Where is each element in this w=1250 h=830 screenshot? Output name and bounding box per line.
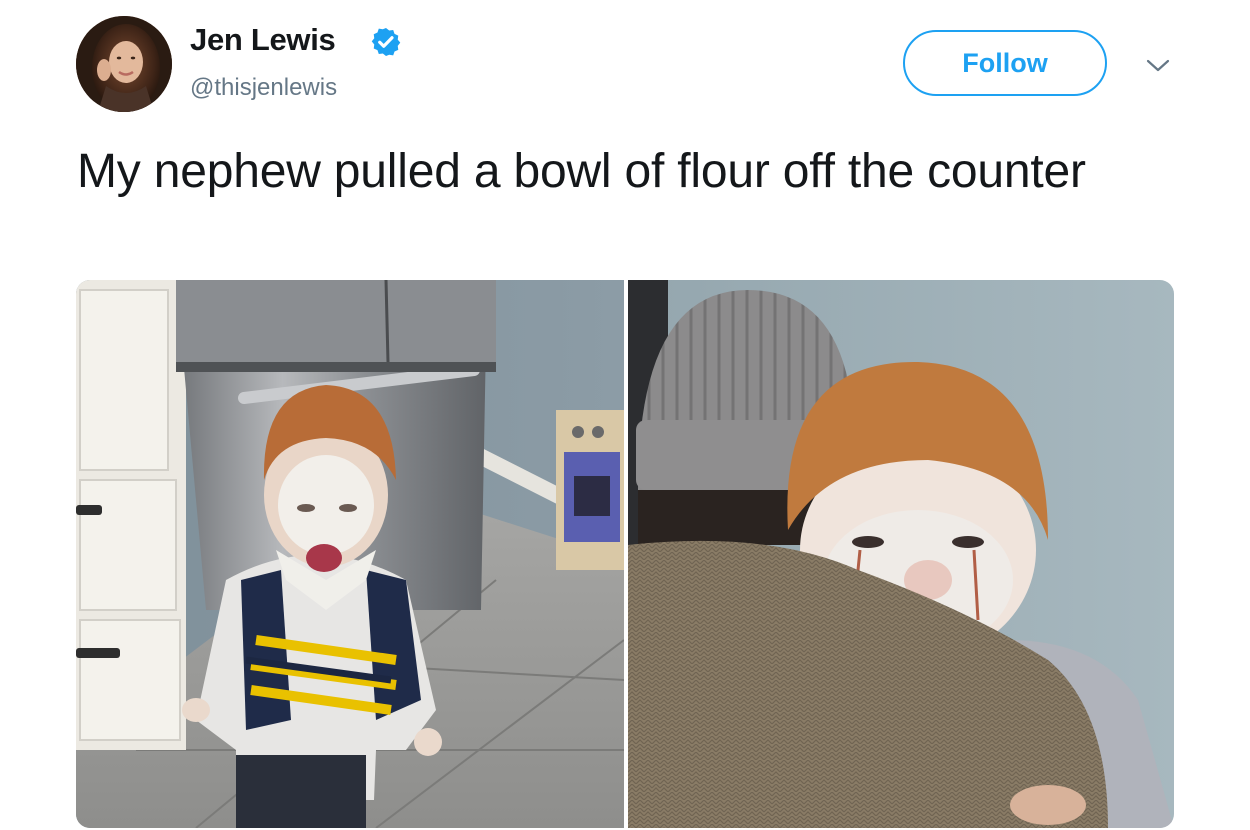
tweet-text: My nephew pulled a bowl of flour off the… (77, 145, 1086, 198)
avatar-image (76, 16, 172, 112)
tweet-card: Jen Lewis @thisjenlewis Follow My nephew… (0, 0, 1250, 830)
author-display-name[interactable]: Jen Lewis (190, 22, 336, 58)
chevron-down-icon[interactable] (1145, 56, 1171, 76)
verified-badge-icon (371, 28, 401, 56)
author-handle[interactable]: @thisjenlewis (190, 74, 337, 102)
photo-toddler-hugged[interactable] (628, 280, 1174, 828)
photo-toddler-kitchen[interactable] (76, 280, 624, 828)
author-avatar[interactable] (76, 16, 172, 112)
follow-button[interactable]: Follow (903, 30, 1107, 96)
tweet-media-grid (76, 280, 1174, 828)
